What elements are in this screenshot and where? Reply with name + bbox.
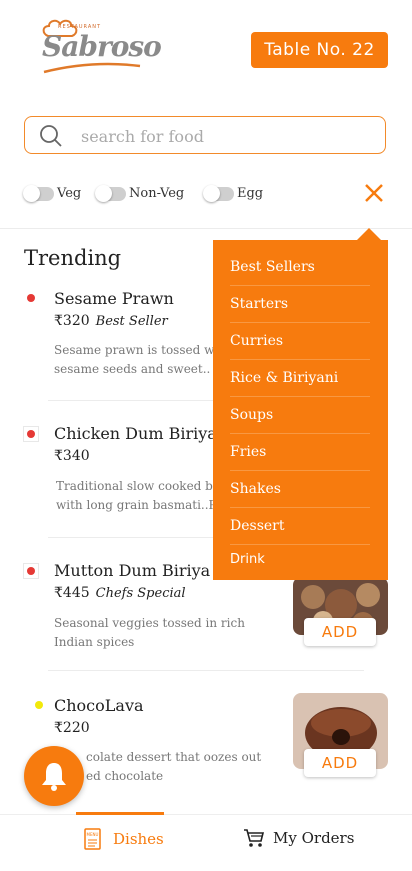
item-name: Chicken Dum Biriya — [54, 424, 217, 443]
menu-item-soups[interactable]: Soups — [230, 396, 370, 434]
tab-my-orders[interactable]: My Orders — [243, 828, 354, 848]
menu-item-fries[interactable]: Fries — [230, 433, 370, 471]
menu-item-best-sellers[interactable]: Best Sellers — [230, 248, 370, 286]
menu-item-curries[interactable]: Curries — [230, 322, 370, 360]
non-veg-dot-icon — [27, 567, 35, 575]
veg-indicator — [31, 697, 47, 713]
tab-dishes[interactable]: MENU Dishes — [83, 828, 164, 850]
item-tag: Best Seller — [95, 314, 168, 329]
menu-item-shakes[interactable]: Shakes — [230, 470, 370, 508]
item-description-line: Indian spices — [54, 635, 135, 649]
restaurant-logo: RESTAURANT Sabroso — [36, 18, 162, 78]
non-veg-dot-icon — [27, 430, 35, 438]
filter-non-veg[interactable]: Non-Veg — [95, 184, 185, 202]
non-veg-dot-icon — [27, 294, 35, 302]
non-veg-indicator — [23, 426, 39, 442]
veg-toggle-switch[interactable] — [23, 184, 54, 202]
search-bar[interactable] — [24, 116, 386, 154]
trending-section-title: Trending — [24, 246, 122, 270]
veg-dot-icon — [35, 701, 43, 709]
table-number-badge: Table No. 22 — [251, 32, 388, 68]
item-description-line: ed chocolate — [86, 769, 164, 783]
filter-egg-label: Egg — [237, 186, 264, 201]
item-price-row: ₹445 Chefs Special — [54, 585, 186, 601]
item-description: Seasonal veggies tossed in rich Indian s… — [54, 614, 294, 652]
item-description: colate dessert that oozes out ed chocola… — [86, 748, 326, 786]
menu-item-drink[interactable]: Drink — [230, 541, 370, 578]
filter-egg[interactable]: Egg — [203, 184, 264, 202]
item-price-row: ₹320 Best Seller — [54, 313, 168, 329]
item-description-line: Seasonal veggies tossed in rich — [54, 616, 245, 630]
tab-my-orders-label: My Orders — [273, 829, 355, 847]
egg-toggle-switch[interactable] — [203, 184, 234, 202]
item-tag: Chefs Special — [95, 586, 186, 601]
item-name: Sesame Prawn — [54, 289, 174, 308]
item-name: Mutton Dum Biriya — [54, 561, 211, 580]
active-tab-indicator — [76, 812, 164, 815]
item-name: ChocoLava — [54, 696, 144, 715]
item-price: ₹220 — [54, 720, 90, 736]
logo-wordmark: Sabroso — [42, 30, 162, 63]
close-menu-icon[interactable] — [362, 181, 386, 205]
item-divider — [48, 670, 364, 671]
non-veg-indicator — [23, 290, 39, 306]
item-price: ₹320 — [54, 313, 90, 329]
non-veg-indicator — [23, 563, 39, 579]
item-price: ₹445 — [54, 585, 90, 601]
cart-icon — [244, 829, 265, 847]
search-input[interactable] — [79, 123, 373, 149]
add-to-cart-button[interactable]: ADD — [304, 749, 376, 777]
filters-divider — [0, 228, 412, 229]
item-price: ₹340 — [54, 448, 90, 464]
menu-item-rice-biriyani[interactable]: Rice & Biriyani — [230, 359, 370, 397]
filter-veg-label: Veg — [57, 186, 82, 201]
item-description-line: colate dessert that oozes out — [86, 750, 262, 764]
menu-card-icon: MENU — [84, 828, 101, 850]
logo-swoosh-icon — [43, 62, 141, 74]
bell-icon — [42, 763, 66, 791]
call-waiter-button[interactable] — [24, 746, 84, 806]
tab-dishes-label: Dishes — [113, 830, 164, 848]
category-menu: Best Sellers Starters Curries Rice & Bir… — [213, 240, 388, 580]
non-veg-toggle-switch[interactable] — [95, 184, 126, 202]
filter-non-veg-label: Non-Veg — [129, 186, 185, 201]
filter-veg[interactable]: Veg — [23, 184, 82, 202]
menu-item-starters[interactable]: Starters — [230, 285, 370, 323]
search-icon — [40, 125, 62, 147]
menu-item-dessert[interactable]: Dessert — [230, 507, 370, 545]
menu-card-icon-text: MENU — [87, 832, 99, 837]
add-to-cart-button[interactable]: ADD — [304, 618, 376, 646]
menu-pointer — [357, 228, 381, 240]
